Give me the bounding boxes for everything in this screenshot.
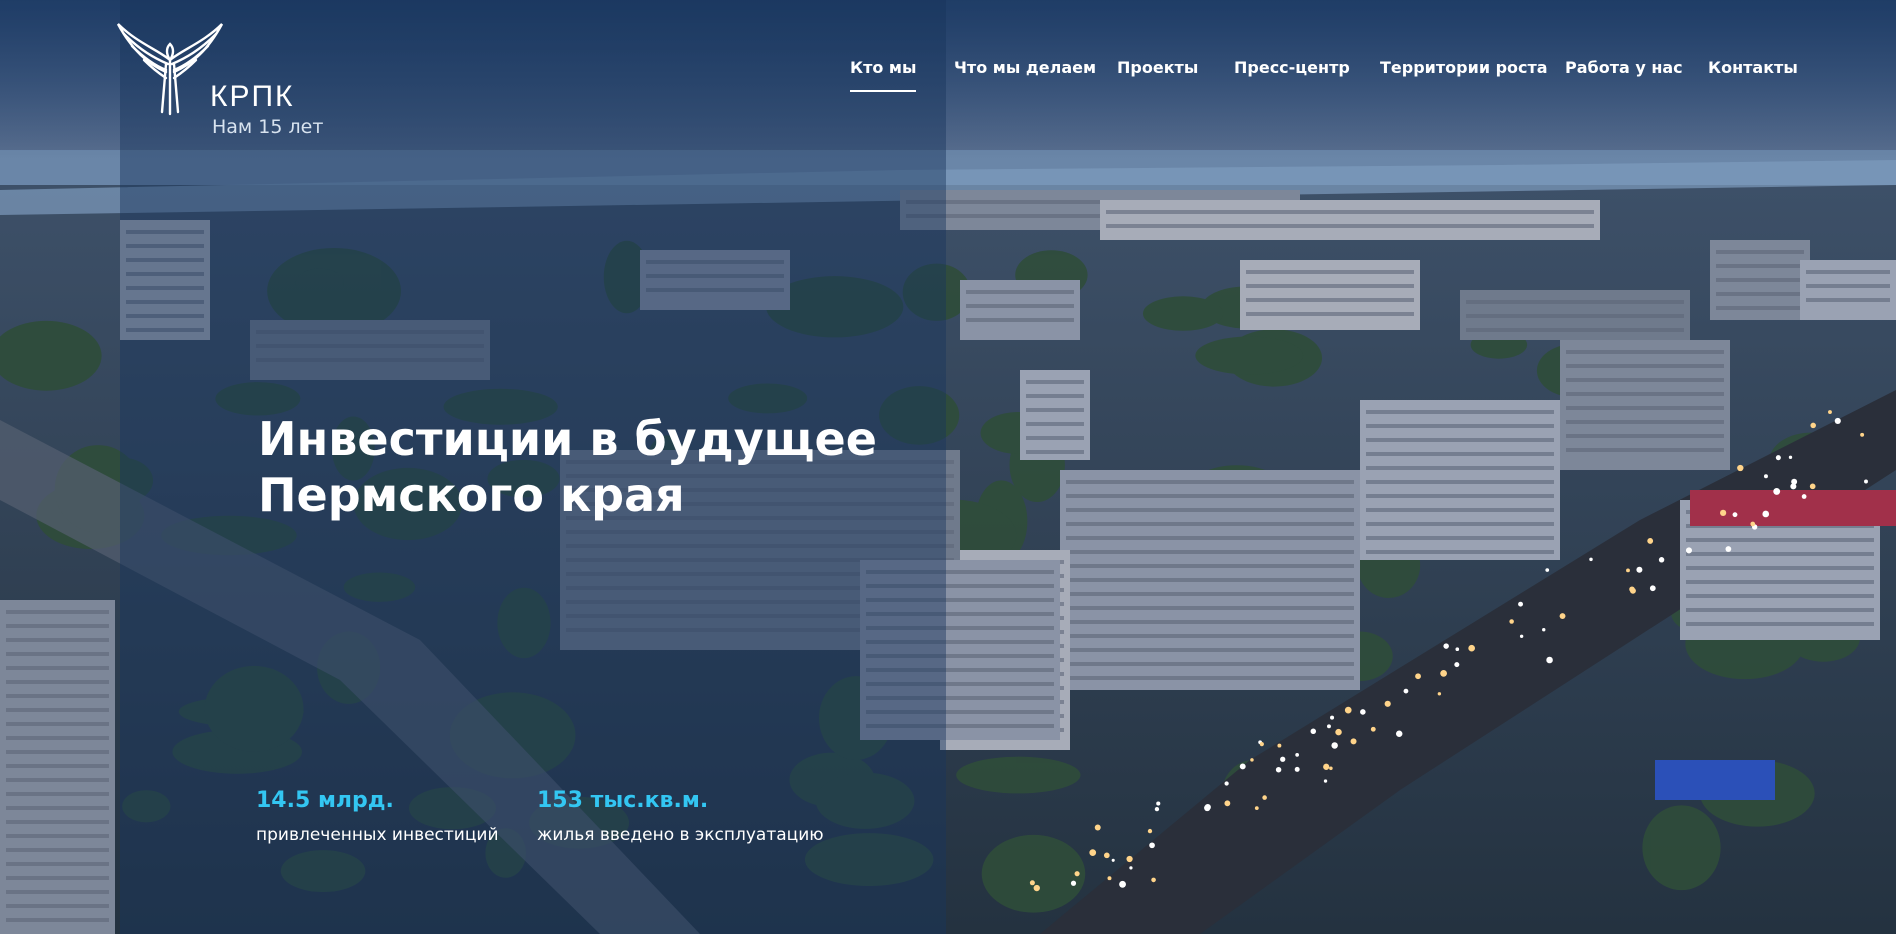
brand-logo[interactable]: КРПК Нам 15 лет (114, 20, 334, 140)
nav-item-contacts[interactable]: Контакты (1708, 58, 1798, 77)
hero-headline-line1: Инвестиции в будущее (258, 411, 877, 466)
stat-housing-value: 153 тыс.кв.м. (537, 788, 709, 813)
stat-investments-value: 14.5 млрд. (256, 788, 394, 813)
brand-name: КРПК (210, 80, 295, 113)
nav-item-projects[interactable]: Проекты (1117, 58, 1198, 77)
hero-headline: Инвестиции в будущее Пермского края (258, 411, 898, 523)
nav-item-careers[interactable]: Работа у нас (1565, 58, 1683, 77)
stat-housing: 153 тыс.кв.м. жилья введено в эксплуатац… (537, 788, 824, 845)
nav-item-press-center[interactable]: Пресс-центр (1234, 58, 1350, 77)
stat-investments: 14.5 млрд. привлеченных инвестиций (256, 788, 499, 845)
brand-tagline: Нам 15 лет (212, 116, 324, 138)
hero-headline-line2: Пермского края (258, 467, 685, 522)
stat-investments-label: привлеченных инвестиций (256, 825, 499, 845)
nav-item-who-we-are[interactable]: Кто мы (850, 58, 917, 92)
nav-item-what-we-do[interactable]: Что мы делаем (954, 58, 1096, 77)
stat-housing-label: жилья введено в эксплуатацию (537, 825, 824, 845)
nav-item-growth-territories[interactable]: Территории роста (1380, 58, 1548, 77)
